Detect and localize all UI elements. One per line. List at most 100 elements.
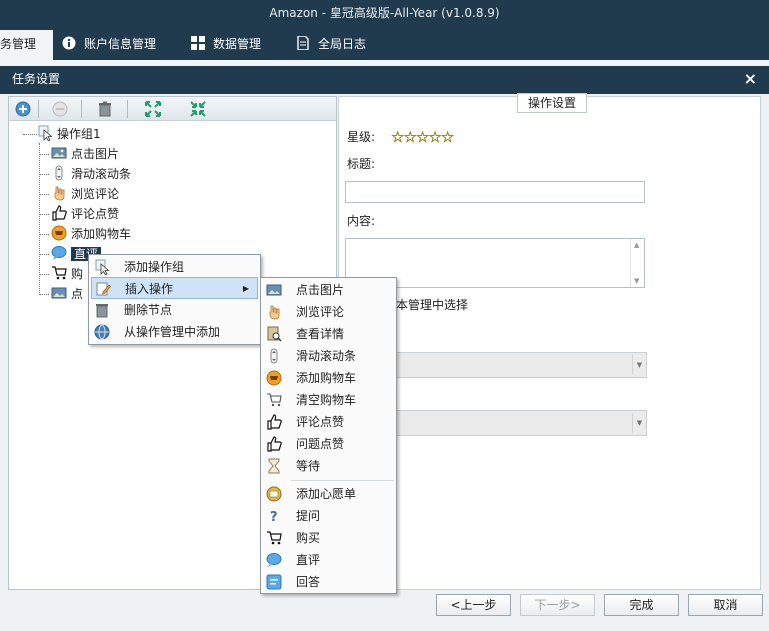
scroll-up-icon[interactable]: ▲ (634, 241, 639, 249)
tab-label: 全局日志 (318, 37, 367, 51)
cursor-icon (38, 125, 53, 141)
submenu-item-label: 清空购物车 (296, 393, 357, 407)
cancel-button[interactable]: 取消 (688, 594, 763, 616)
submenu-item[interactable]: 等待 (263, 455, 394, 477)
submenu-arrow-icon: ▶ (242, 284, 249, 293)
expand-icon[interactable] (145, 101, 161, 117)
menu-item-delete-node[interactable]: 删除节点 (91, 299, 258, 321)
tree-node[interactable]: 点 (51, 285, 83, 303)
star-icon[interactable]: ☆ (416, 128, 430, 147)
submenu-item-label: 直评 (296, 553, 321, 567)
hand-icon (54, 186, 65, 201)
star-icon[interactable]: ☆ (428, 128, 442, 147)
tree-node[interactable]: 添加购物车 (51, 225, 131, 243)
tab-data-management[interactable]: 数据管理 (191, 30, 261, 60)
finish-button[interactable]: 完成 (604, 594, 679, 616)
grid-icon (191, 36, 205, 50)
tree-node[interactable]: 浏览评论 (51, 185, 119, 203)
trash-icon[interactable] (97, 101, 113, 117)
menu-item-label: 删除节点 (124, 303, 173, 317)
thumbs-up-icon (267, 436, 282, 452)
collapse-icon[interactable] (190, 101, 206, 117)
tree-connector (39, 143, 40, 293)
edit-icon (96, 282, 111, 296)
star-rating[interactable]: ☆☆☆☆☆ (391, 128, 455, 147)
submenu-item[interactable]: 查看详情 (263, 323, 394, 345)
cart-add-icon (266, 370, 282, 386)
tree-connector (39, 254, 49, 255)
tree-connector (39, 274, 49, 275)
tab-global-log[interactable]: 全局日志 (296, 30, 366, 60)
close-icon[interactable]: × (744, 70, 757, 88)
tree-node[interactable]: 滑动滚动条 (51, 165, 131, 183)
tree-node-label: 评论点赞 (71, 207, 120, 221)
star-icon[interactable]: ☆ (441, 128, 455, 147)
tree-node[interactable]: 点击图片 (51, 145, 119, 163)
scroll-icon (55, 165, 63, 181)
submenu-item[interactable]: 浏览评论 (263, 301, 394, 323)
tab-task-management[interactable]: 务管理 (0, 30, 53, 60)
cart-empty-icon (267, 393, 282, 407)
menu-item-insert-operation[interactable]: 插入操作 ▶ (91, 277, 258, 299)
tree-node-label: 点击图片 (71, 147, 120, 161)
group-title: 操作设置 (517, 93, 588, 113)
star-icon[interactable]: ☆ (403, 128, 417, 147)
tree-node[interactable]: 购 (51, 265, 83, 283)
select-from-management-text: 本管理中选择 (396, 298, 469, 312)
picture-icon (51, 147, 67, 159)
submenu-item[interactable]: 清空购物车 (263, 389, 394, 411)
submenu-item[interactable]: 回答 (263, 571, 394, 593)
svg-text:?: ? (270, 510, 278, 524)
cursor-icon (95, 259, 110, 275)
tree-node-group[interactable]: 操作组1 (37, 125, 101, 143)
menu-item-label: 从操作管理中添加 (124, 325, 221, 339)
insert-operation-submenu: 点击图片 浏览评论 查看详情 滑动滚动条 添加购物车 清空购物车 评论点赞 问题… (260, 277, 397, 594)
submenu-item[interactable]: 添加购物车 (263, 367, 394, 389)
submenu-item-label: 购买 (296, 531, 321, 545)
context-menu: 添加操作组 插入操作 ▶ 删除节点 从操作管理中添加 (88, 254, 261, 345)
prev-step-button[interactable]: <上一步 (436, 594, 511, 616)
dialog-title: 任务设置 (12, 72, 61, 86)
submenu-item[interactable]: ? 提问 (263, 505, 394, 527)
star-icon[interactable]: ☆ (391, 128, 405, 147)
add-icon[interactable] (15, 101, 31, 117)
submenu-item-label: 评论点赞 (296, 415, 345, 429)
operation-settings-panel: 操作设置 星级: ☆☆☆☆☆ 标题: 内容: ▲ ▼ 本管理中选择 ▼ ▼ (338, 93, 761, 590)
tree-node[interactable]: 评论点赞 (51, 205, 119, 223)
menu-item-add-from-management[interactable]: 从操作管理中添加 (91, 321, 258, 343)
dialog-header: 任务设置 × (0, 66, 769, 94)
tab-label: 账户信息管理 (84, 37, 157, 51)
next-step-button[interactable]: 下一步> (520, 594, 595, 616)
toolbar-separator (127, 100, 128, 118)
tree-node-label: 购 (71, 267, 84, 281)
main-tab-bar: 务管理 账户信息管理 数据管理 全局日志 (0, 28, 769, 60)
menu-item-label: 添加操作组 (124, 260, 185, 274)
textarea-scrollbar[interactable]: ▲ ▼ (630, 239, 644, 287)
title-label: 标题: (347, 157, 376, 171)
submenu-item[interactable]: 评论点赞 (263, 411, 394, 433)
submenu-item[interactable]: 问题点赞 (263, 433, 394, 455)
menu-item-add-group[interactable]: 添加操作组 (91, 256, 258, 278)
menu-separator (291, 480, 394, 481)
tab-account-info[interactable]: 账户信息管理 (62, 30, 156, 60)
scroll-down-icon[interactable]: ▼ (634, 277, 639, 285)
tree-connector (39, 294, 49, 295)
submenu-item-label: 浏览评论 (296, 305, 345, 319)
picture-icon (51, 287, 67, 299)
submenu-item[interactable]: 添加心愿单 (263, 483, 394, 505)
submenu-item[interactable]: 购买 (263, 527, 394, 549)
tree-connector (39, 194, 49, 195)
document-icon (297, 36, 309, 50)
title-input[interactable] (345, 181, 645, 203)
chevron-down-icon: ▼ (632, 355, 646, 375)
submenu-item[interactable]: 滑动滚动条 (263, 345, 394, 367)
submenu-item-label: 查看详情 (296, 327, 345, 341)
tree-node-label: 滑动滚动条 (71, 167, 132, 181)
submenu-item[interactable]: 点击图片 (263, 279, 394, 301)
disabled-icon[interactable] (52, 101, 68, 117)
content-label: 内容: (347, 214, 376, 228)
details-icon (267, 326, 282, 342)
tab-label: 数据管理 (213, 37, 262, 51)
toolbar-separator (38, 100, 39, 118)
submenu-item[interactable]: 直评 (263, 549, 394, 571)
